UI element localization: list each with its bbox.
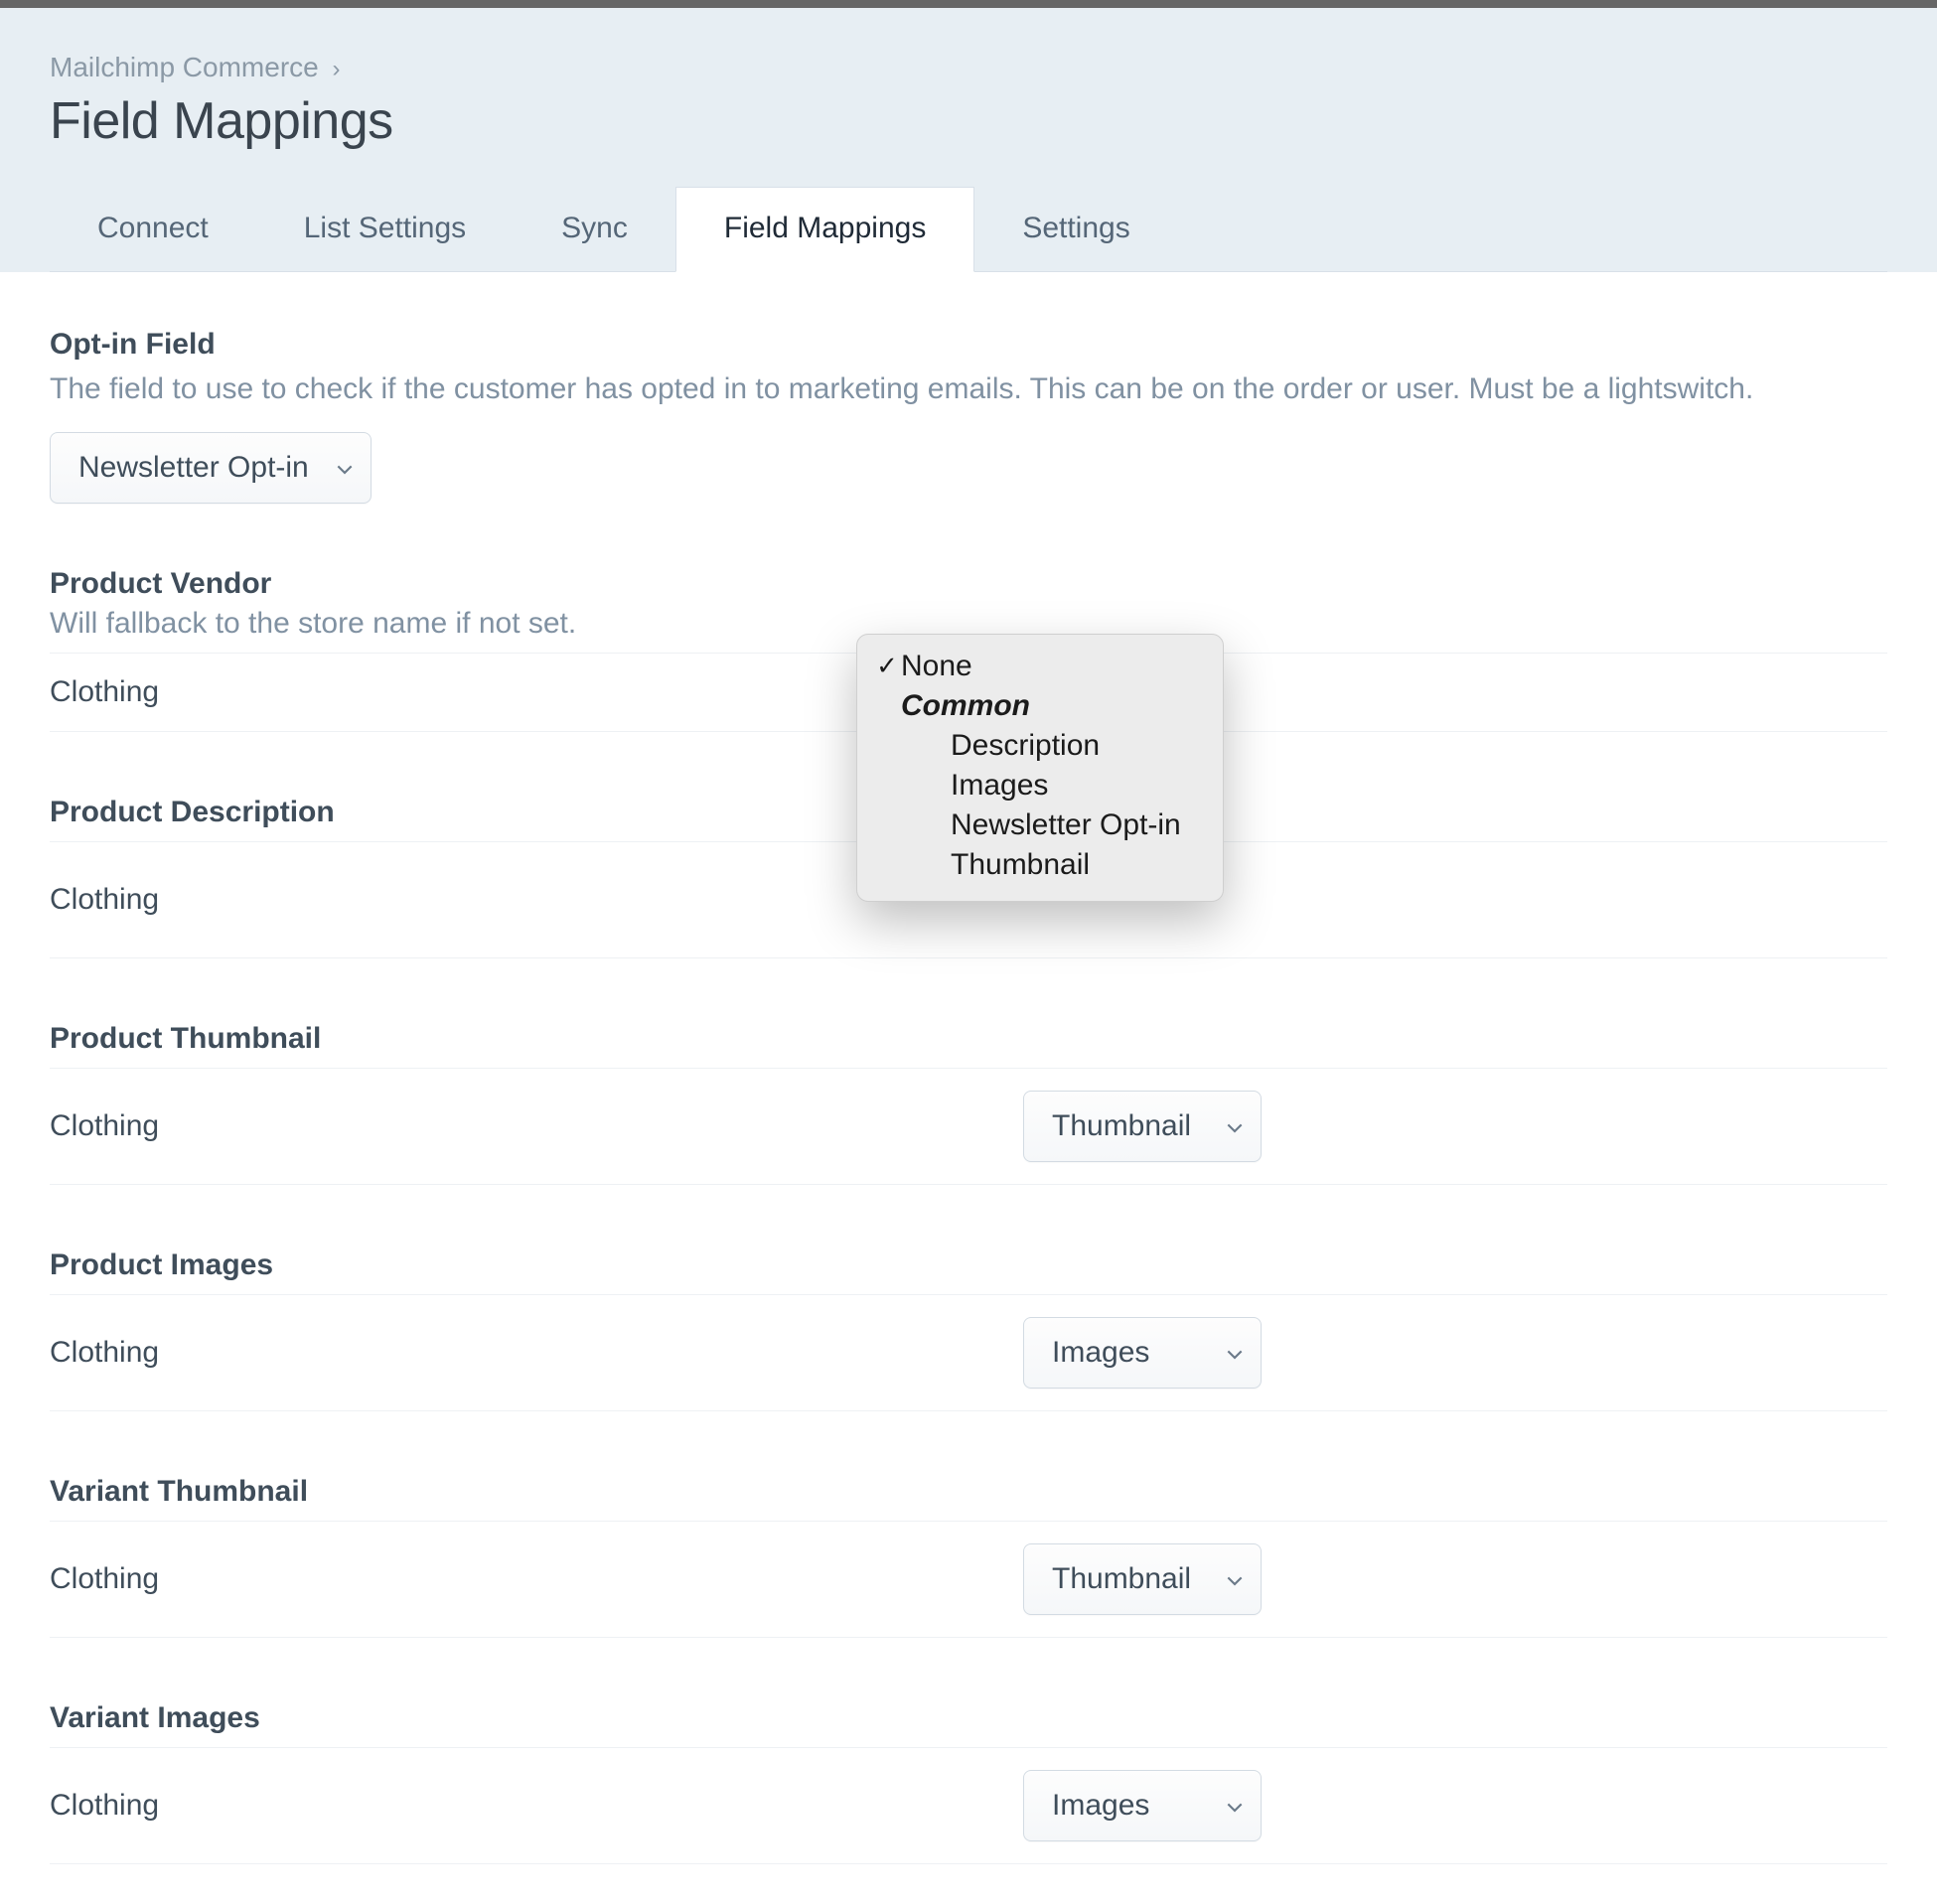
optin-desc: The field to use to check if the custome… bbox=[50, 369, 1887, 410]
page-header: Mailchimp Commerce › Field Mappings Conn… bbox=[0, 8, 1937, 272]
thumbnail-title: Product Thumbnail bbox=[50, 1022, 1887, 1056]
dropdown-option-thumbnail[interactable]: Thumbnail bbox=[857, 845, 1223, 885]
optin-select[interactable]: Newsletter Opt-in bbox=[50, 432, 372, 504]
breadcrumb-parent-link[interactable]: Mailchimp Commerce bbox=[50, 52, 319, 82]
variant-thumb-row-label: Clothing bbox=[50, 1562, 1023, 1596]
variant-thumb-section: Variant Thumbnail Clothing Thumbnail bbox=[50, 1475, 1887, 1638]
variant-images-section: Variant Images Clothing Images bbox=[50, 1701, 1887, 1864]
variant-thumb-select-value: Thumbnail bbox=[1052, 1562, 1191, 1596]
chevron-down-icon bbox=[337, 451, 353, 485]
vendor-row: Clothing ✓ None Common Description Image… bbox=[50, 653, 1887, 732]
variant-images-select[interactable]: Images bbox=[1023, 1770, 1262, 1841]
vendor-section: Product Vendor Will fallback to the stor… bbox=[50, 567, 1887, 732]
dropdown-group-common: Common bbox=[857, 686, 1223, 726]
chevron-down-icon bbox=[1227, 1109, 1243, 1143]
dropdown-option-description[interactable]: Description bbox=[857, 726, 1223, 766]
breadcrumb-separator: › bbox=[333, 56, 341, 82]
thumbnail-row-label: Clothing bbox=[50, 1109, 1023, 1143]
optin-section: Opt-in Field The field to use to check i… bbox=[50, 328, 1887, 504]
dropdown-option-label: None bbox=[901, 650, 972, 683]
optin-select-value: Newsletter Opt-in bbox=[78, 451, 309, 485]
tabs-bar: Connect List Settings Sync Field Mapping… bbox=[50, 187, 1887, 272]
images-select[interactable]: Images bbox=[1023, 1317, 1262, 1389]
variant-images-title: Variant Images bbox=[50, 1701, 1887, 1735]
thumbnail-select-value: Thumbnail bbox=[1052, 1109, 1191, 1143]
tab-connect[interactable]: Connect bbox=[50, 188, 256, 271]
tab-list-settings[interactable]: List Settings bbox=[256, 188, 514, 271]
chevron-down-icon bbox=[1227, 1789, 1243, 1823]
tab-settings[interactable]: Settings bbox=[974, 188, 1177, 271]
window-topbar bbox=[0, 0, 1937, 8]
check-icon: ✓ bbox=[873, 651, 901, 681]
thumbnail-section: Product Thumbnail Clothing Thumbnail bbox=[50, 1022, 1887, 1185]
chevron-down-icon bbox=[1227, 1336, 1243, 1370]
variant-images-row: Clothing Images bbox=[50, 1747, 1887, 1864]
thumbnail-select[interactable]: Thumbnail bbox=[1023, 1091, 1262, 1162]
dropdown-option-newsletter[interactable]: Newsletter Opt-in bbox=[857, 806, 1223, 845]
variant-images-row-label: Clothing bbox=[50, 1789, 1023, 1823]
variant-thumb-row: Clothing Thumbnail bbox=[50, 1521, 1887, 1638]
images-title: Product Images bbox=[50, 1248, 1887, 1282]
optin-title: Opt-in Field bbox=[50, 328, 1887, 362]
content-area: Opt-in Field The field to use to check i… bbox=[0, 272, 1937, 1904]
thumbnail-row: Clothing Thumbnail bbox=[50, 1068, 1887, 1185]
variant-thumb-title: Variant Thumbnail bbox=[50, 1475, 1887, 1509]
variant-thumb-select[interactable]: Thumbnail bbox=[1023, 1543, 1262, 1615]
vendor-title: Product Vendor bbox=[50, 567, 1887, 601]
chevron-down-icon bbox=[1227, 1562, 1243, 1596]
tab-sync[interactable]: Sync bbox=[514, 188, 675, 271]
vendor-dropdown-panel: ✓ None Common Description Images Newslet… bbox=[856, 634, 1224, 902]
images-select-value: Images bbox=[1052, 1336, 1149, 1370]
tab-field-mappings[interactable]: Field Mappings bbox=[675, 187, 974, 272]
dropdown-option-none[interactable]: ✓ None bbox=[857, 647, 1223, 686]
dropdown-option-images[interactable]: Images bbox=[857, 766, 1223, 806]
images-row: Clothing Images bbox=[50, 1294, 1887, 1411]
images-section: Product Images Clothing Images bbox=[50, 1248, 1887, 1411]
breadcrumb: Mailchimp Commerce › bbox=[50, 52, 1887, 83]
images-row-label: Clothing bbox=[50, 1336, 1023, 1370]
page-title: Field Mappings bbox=[50, 91, 1887, 151]
variant-images-select-value: Images bbox=[1052, 1789, 1149, 1823]
